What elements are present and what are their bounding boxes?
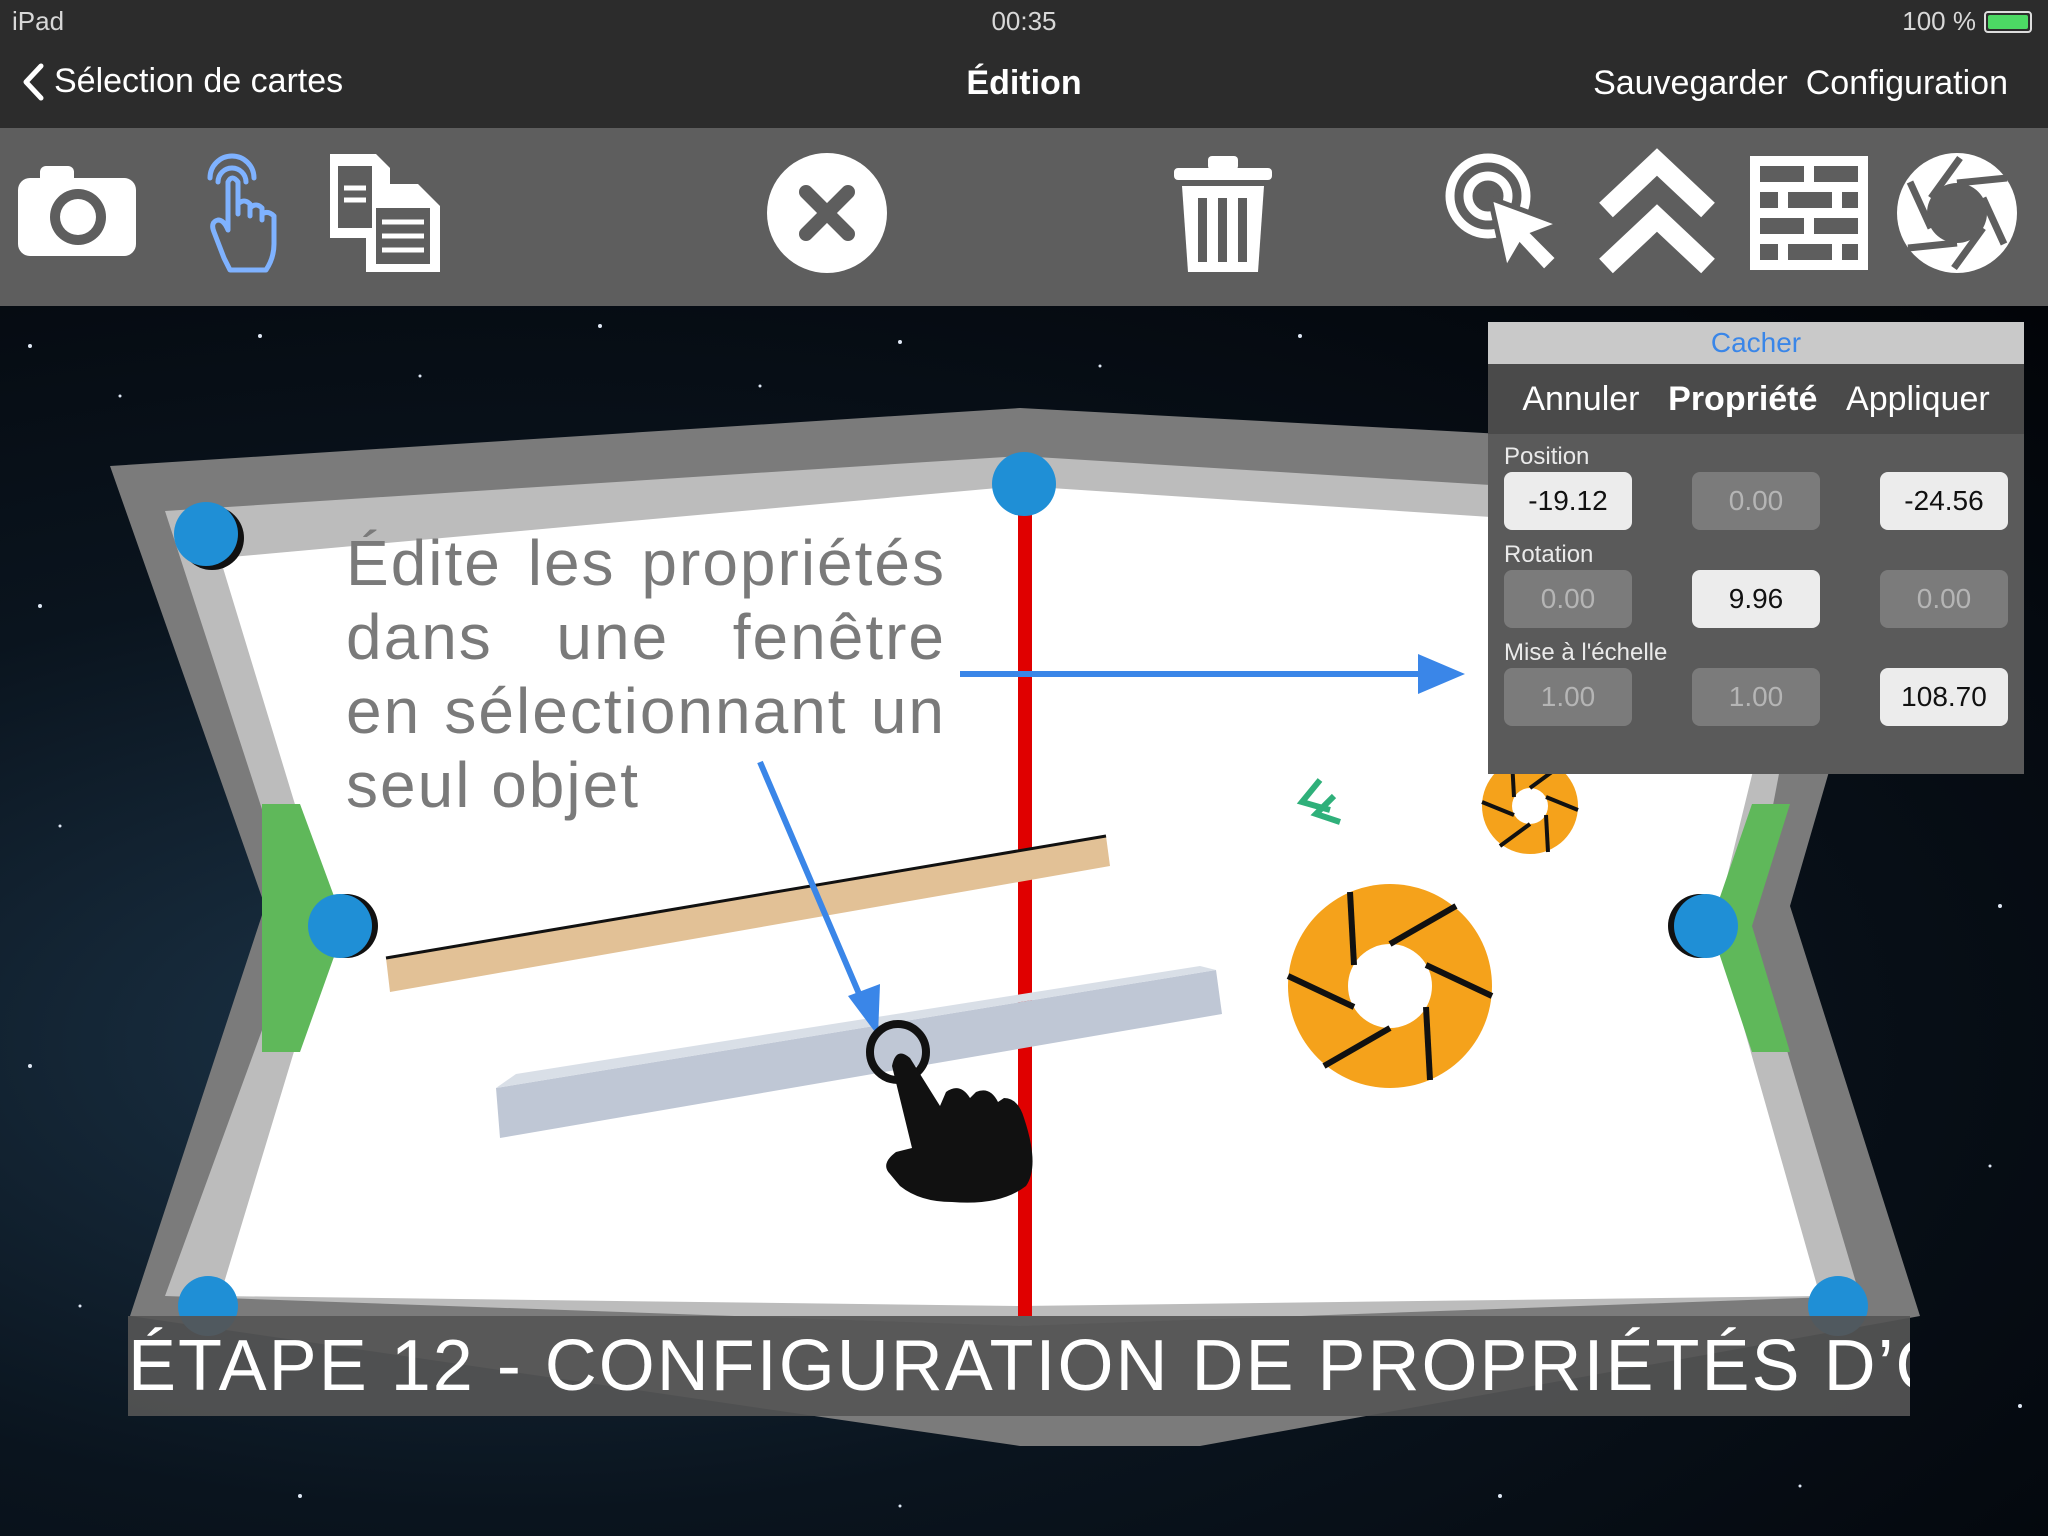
configuration-button[interactable]: Configuration [1806, 64, 2008, 103]
position-z-field[interactable]: -24.56 [1880, 472, 2008, 530]
position-y-field[interactable]: 0.00 [1692, 472, 1820, 530]
scale-x-field[interactable]: 1.00 [1504, 668, 1632, 726]
cancel-button[interactable]: Annuler [1522, 380, 1639, 419]
battery-status: 100 % [1902, 6, 2032, 37]
brick-wall-icon[interactable] [1744, 148, 1874, 278]
trash-icon[interactable] [1158, 148, 1288, 278]
step-banner: ÉTAPE 12 - CONFIGURATION DE PROPRIÉTÉS D… [128, 1316, 1910, 1416]
portal-large [1286, 884, 1494, 1088]
apply-button[interactable]: Appliquer [1846, 380, 1990, 419]
copy-icon[interactable] [320, 148, 450, 278]
scale-z-field[interactable]: 108.70 [1880, 668, 2008, 726]
rotation-label: Rotation [1504, 541, 1594, 568]
rotation-y-field[interactable]: 9.96 [1692, 570, 1820, 628]
position-x-field[interactable]: -19.12 [1504, 472, 1632, 530]
annotation-text: Édite les propriétés dans une fenêtre en… [346, 527, 946, 821]
clock: 00:35 [991, 6, 1057, 36]
double-chevron-up-icon[interactable] [1592, 148, 1722, 278]
scale-label: Mise à l'échelle [1504, 639, 1668, 666]
navigation-bar: Sélection de cartes Édition Sauvegarder … [0, 40, 2048, 128]
rotation-z-field[interactable]: 0.00 [1880, 570, 2008, 628]
save-button[interactable]: Sauvegarder [1593, 64, 1788, 103]
battery-icon [1984, 10, 2032, 33]
toolbar [0, 128, 2048, 306]
center-line [1018, 486, 1032, 1316]
scale-y-field[interactable]: 1.00 [1692, 668, 1820, 726]
camera-icon[interactable] [12, 148, 142, 278]
tap-hand-icon[interactable] [170, 148, 300, 278]
properties-panel: Cacher Annuler Propriété Appliquer Posit… [1488, 322, 2024, 774]
status-bar: iPad 00:35 100 % [0, 0, 2048, 40]
rotation-x-field[interactable]: 0.00 [1504, 570, 1632, 628]
close-icon[interactable] [762, 148, 892, 278]
tab-property[interactable]: Propriété [1668, 380, 1817, 419]
target-pointer-icon[interactable] [1440, 148, 1570, 278]
aperture-icon[interactable] [1892, 148, 2022, 278]
hide-button[interactable]: Cacher [1488, 322, 2024, 364]
position-label: Position [1504, 443, 1590, 470]
battery-percent: 100 % [1902, 6, 1976, 36]
